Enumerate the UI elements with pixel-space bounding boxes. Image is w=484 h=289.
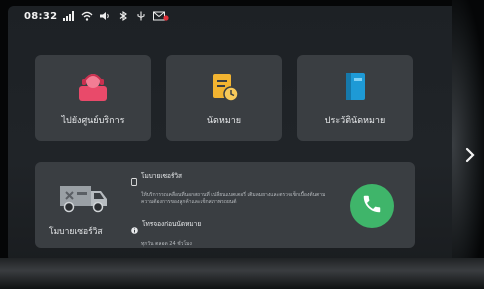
- hotline-info: โทรจองก่อนนัดหมาย ทุกวัน ตลอด 24 ชั่วโมง: [131, 219, 201, 248]
- next-page-chevron-icon[interactable]: [464, 146, 476, 164]
- hotline-hours: ทุกวัน ตลอด 24 ชั่วโมง: [141, 241, 192, 247]
- clock: 08:32: [24, 10, 58, 22]
- screen-bezel: [452, 0, 484, 289]
- tile-appointment-history[interactable]: ประวัตินัดหมาย: [297, 55, 413, 141]
- signal-icon: [63, 11, 75, 21]
- hotline-title: โทรจองก่อนนัดหมาย: [142, 220, 202, 228]
- status-bar: 08:32: [24, 9, 169, 23]
- van-icon[interactable]: [57, 180, 109, 214]
- sound-icon: [99, 11, 111, 21]
- appointment-icon: [208, 71, 240, 103]
- tile-service-center[interactable]: ไปยังศูนย์บริการ: [35, 55, 151, 141]
- info-description: ให้บริการรถเคลื่อนที่นอกสถานที่ เปลี่ยนแ…: [141, 192, 326, 205]
- mobile-service-card: โมบายเซอร์วิส โมบายเซอร์วิส ให้บริการรถเ…: [35, 162, 415, 248]
- tile-label: ไปยังศูนย์บริการ: [61, 116, 125, 126]
- phone-icon: [361, 193, 383, 219]
- tile-label: นัดหมาย: [206, 116, 242, 126]
- info-title: โมบายเซอร์วิส: [141, 172, 183, 180]
- bluetooth-icon: [117, 11, 129, 21]
- info-icon: [131, 219, 138, 238]
- mail-alert-icon: [153, 11, 169, 21]
- tile-appointment[interactable]: นัดหมาย: [166, 55, 282, 141]
- call-button[interactable]: [350, 184, 394, 228]
- tile-label: ประวัตินัดหมาย: [324, 116, 386, 126]
- mobile-service-info: โมบายเซอร์วิส ให้บริการรถเคลื่อนที่นอกสถ…: [131, 171, 327, 205]
- van-label: โมบายเซอร์วิส: [49, 227, 103, 237]
- service-center-icon: [77, 71, 109, 103]
- phone-device-icon: [131, 171, 137, 190]
- appointment-history-icon: [339, 71, 371, 103]
- usb-icon: [135, 11, 147, 21]
- dashboard-reflection: [0, 258, 484, 289]
- wifi-icon: [81, 11, 93, 21]
